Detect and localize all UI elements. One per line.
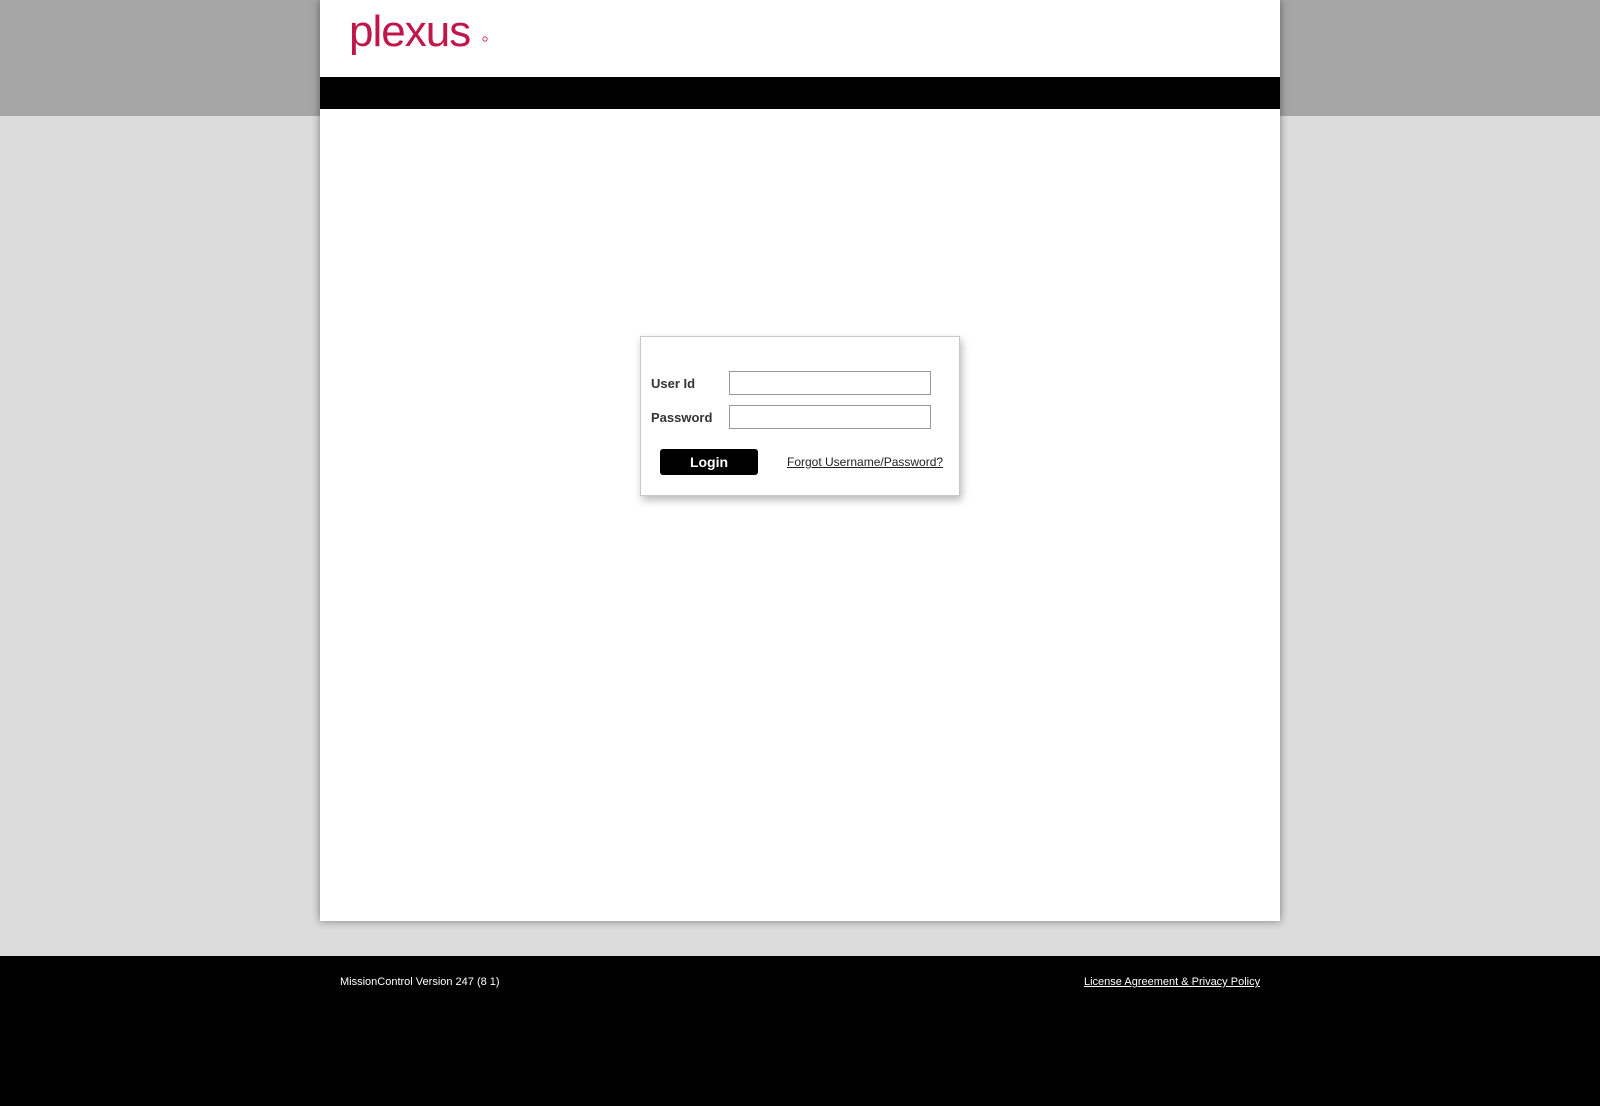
header: plexus <box>320 0 1280 77</box>
page-container: plexus User Id Password Login Forgot Use… <box>320 0 1280 921</box>
login-panel: User Id Password Login Forgot Username/P… <box>640 336 960 496</box>
logo-trademark-dot <box>482 36 488 42</box>
nav-bar <box>320 77 1280 109</box>
license-privacy-link[interactable]: License Agreement & Privacy Policy <box>1084 976 1260 988</box>
logo-wordmark: plexus <box>349 12 470 56</box>
forgot-password-link[interactable]: Forgot Username/Password? <box>787 455 943 469</box>
password-input[interactable] <box>729 405 931 429</box>
version-text: MissionControl Version 247 (8 1) <box>340 976 500 988</box>
user-id-input[interactable] <box>729 371 931 395</box>
plexus-logo[interactable]: plexus <box>349 12 489 64</box>
login-button[interactable]: Login <box>660 449 758 475</box>
password-label: Password <box>651 410 713 425</box>
footer: MissionControl Version 247 (8 1) License… <box>0 956 1600 1106</box>
user-id-label: User Id <box>651 376 696 391</box>
